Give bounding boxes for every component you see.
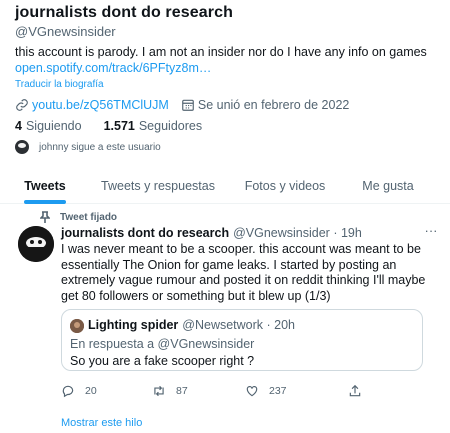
profile-handle: @VGnewsinsider <box>15 24 116 39</box>
follower-avatar <box>15 140 29 154</box>
quote-handle-time: @Newsetwork · 20h <box>182 318 296 332</box>
more-options-icon[interactable]: ··· <box>424 224 438 240</box>
profile-meta: youtu.be/zQ56TMClUJM Se unió en febrero … <box>15 96 349 114</box>
tweet-author-name[interactable]: journalists dont do research <box>61 226 229 240</box>
profile-tabs: Tweets Tweets y respuestas Fotos y video… <box>0 168 450 204</box>
calendar-icon <box>182 99 194 111</box>
tweet-actions: 20 87 237 <box>61 384 433 400</box>
quote-author-avatar <box>70 319 84 333</box>
translate-bio-link[interactable]: Traducir la biografía <box>15 79 104 90</box>
joined-date: Se unió en febrero de 2022 <box>197 98 350 112</box>
pinned-label-row: Tweet fijado <box>40 211 117 223</box>
reply-count: 20 <box>85 385 97 397</box>
tab-likes[interactable]: Me gusta <box>353 168 423 204</box>
followed-by[interactable]: johnny sigue a este usuario <box>15 139 161 155</box>
following-count[interactable]: 4 <box>15 119 22 133</box>
tab-tweets[interactable]: Tweets <box>15 168 75 204</box>
pinned-label: Tweet fijado <box>60 211 118 223</box>
like-button[interactable]: 237 <box>245 384 287 398</box>
like-count: 237 <box>269 385 287 397</box>
followers-count[interactable]: 1.571 <box>104 119 135 133</box>
quote-text: So you are a fake scooper right ? <box>70 354 255 368</box>
link-icon <box>16 99 28 111</box>
tweet-header: journalists dont do research @VGnewsinsi… <box>61 226 362 240</box>
quote-header: Lighting spider @Newsetwork · 20h <box>88 318 295 332</box>
share-icon <box>349 384 361 397</box>
author-avatar[interactable] <box>18 226 54 262</box>
retweet-count: 87 <box>176 385 188 397</box>
quote-reply-to: En respuesta a @VGnewsinsider <box>70 337 255 351</box>
quote-author-name: Lighting spider <box>88 318 179 332</box>
following-label[interactable]: Siguiendo <box>26 119 82 133</box>
share-button[interactable] <box>348 384 372 398</box>
heart-icon <box>246 386 258 397</box>
quoted-tweet[interactable]: Lighting spider @Newsetwork · 20h En res… <box>61 309 423 371</box>
bio-link[interactable]: open.spotify.com/track/6PFtyz8m… <box>15 61 211 75</box>
tweet-handle-time[interactable]: @VGnewsinsider · 19h <box>233 226 362 240</box>
retweet-icon <box>154 385 164 397</box>
profile-name: journalists dont do research <box>15 4 233 21</box>
tab-tweets-replies[interactable]: Tweets y respuestas <box>93 168 223 204</box>
follow-counts: 4 Siguiendo 1.571 Seguidores <box>15 119 202 133</box>
followed-by-text: johnny sigue a este usuario <box>39 141 161 153</box>
profile-bio: this account is parody. I am not an insi… <box>15 45 427 59</box>
show-thread-link[interactable]: Mostrar este hilo <box>61 417 142 429</box>
reply-button[interactable]: 20 <box>61 384 97 398</box>
profile-website-link[interactable]: youtu.be/zQ56TMClUJM <box>32 98 169 112</box>
active-tab-indicator <box>24 200 66 204</box>
tweet-text: I was never meant to be a scooper. this … <box>61 242 426 303</box>
retweet-button[interactable]: 87 <box>152 384 188 398</box>
reply-icon <box>62 385 74 398</box>
followers-label[interactable]: Seguidores <box>139 119 202 133</box>
tab-photos-videos[interactable]: Fotos y videos <box>235 168 335 204</box>
